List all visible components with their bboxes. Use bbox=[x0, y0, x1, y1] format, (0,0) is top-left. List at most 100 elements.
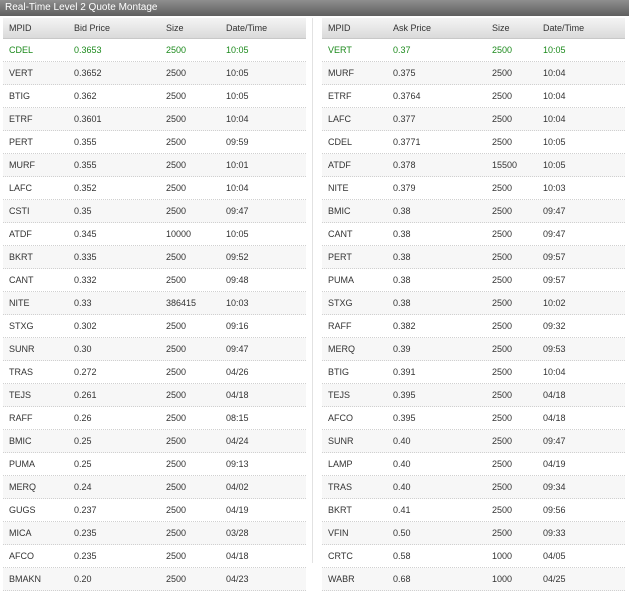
ask-table-row[interactable]: NITE 0.379 2500 10:03 bbox=[322, 177, 625, 200]
ask-table-row[interactable]: TRAS 0.40 2500 09:34 bbox=[322, 476, 625, 499]
time-cell: 09:57 bbox=[543, 252, 566, 262]
bid-table-row[interactable]: BKRT 0.335 2500 09:52 bbox=[3, 246, 306, 269]
bid-header-row: MPID Bid Price Size Date/Time bbox=[3, 18, 306, 39]
time-cell: 04/26 bbox=[226, 367, 249, 377]
ask-table-row[interactable]: TEJS 0.395 2500 04/18 bbox=[322, 384, 625, 407]
ask-table-row[interactable]: BTIG 0.391 2500 10:04 bbox=[322, 361, 625, 384]
time-cell: 10:04 bbox=[543, 114, 566, 124]
ask-table-row[interactable]: MERQ 0.39 2500 09:53 bbox=[322, 338, 625, 361]
price-cell: 0.237 bbox=[74, 505, 97, 515]
size-cell: 2500 bbox=[166, 45, 187, 55]
ask-table-row[interactable]: RAFF 0.382 2500 09:32 bbox=[322, 315, 625, 338]
ask-table-row[interactable]: AFCO 0.395 2500 04/18 bbox=[322, 407, 625, 430]
size-cell: 1000 bbox=[492, 574, 513, 584]
ask-table-row[interactable]: PUMA 0.38 2500 09:57 bbox=[322, 269, 625, 292]
bid-table-row[interactable]: AFCO 0.235 2500 04/18 bbox=[3, 545, 306, 568]
ask-table-row[interactable]: VFIN 0.50 2500 09:33 bbox=[322, 522, 625, 545]
price-cell: 0.3764 bbox=[393, 91, 421, 101]
bid-table-row[interactable]: LAFC 0.352 2500 10:04 bbox=[3, 177, 306, 200]
price-cell: 0.378 bbox=[393, 160, 416, 170]
time-cell: 10:02 bbox=[543, 298, 566, 308]
ask-table-row[interactable]: LAFC 0.377 2500 10:04 bbox=[322, 108, 625, 131]
ask-table-row[interactable]: BKRT 0.41 2500 09:56 bbox=[322, 499, 625, 522]
price-cell: 0.235 bbox=[74, 528, 97, 538]
mpid-cell: ATDF bbox=[328, 160, 351, 170]
ask-table-row[interactable]: SUNR 0.40 2500 09:47 bbox=[322, 430, 625, 453]
time-cell: 10:04 bbox=[543, 68, 566, 78]
time-cell: 10:04 bbox=[226, 183, 249, 193]
bid-table-row[interactable]: SUNR 0.30 2500 09:47 bbox=[3, 338, 306, 361]
bid-table-row[interactable]: TRAS 0.272 2500 04/26 bbox=[3, 361, 306, 384]
mpid-cell: BKRT bbox=[9, 252, 33, 262]
bid-table-row[interactable]: NITE 0.33 386415 10:03 bbox=[3, 292, 306, 315]
bid-table-row[interactable]: PUMA 0.25 2500 09:13 bbox=[3, 453, 306, 476]
bid-table-row[interactable]: MERQ 0.24 2500 04/02 bbox=[3, 476, 306, 499]
bid-table-row[interactable]: TEJS 0.261 2500 04/18 bbox=[3, 384, 306, 407]
mpid-cell: LAMP bbox=[328, 459, 353, 469]
column-header-mpid[interactable]: MPID bbox=[322, 18, 387, 38]
bid-table-row[interactable]: BTIG 0.362 2500 10:05 bbox=[3, 85, 306, 108]
time-cell: 04/19 bbox=[226, 505, 249, 515]
price-cell: 0.37 bbox=[393, 45, 411, 55]
size-cell: 2500 bbox=[166, 321, 187, 331]
column-header-bid-price[interactable]: Bid Price bbox=[68, 18, 160, 38]
time-cell: 10:05 bbox=[226, 229, 249, 239]
size-cell: 2500 bbox=[166, 160, 187, 170]
time-cell: 10:01 bbox=[226, 160, 249, 170]
price-cell: 0.302 bbox=[74, 321, 97, 331]
ask-table-row[interactable]: LAMP 0.40 2500 04/19 bbox=[322, 453, 625, 476]
ask-table-row[interactable]: MURF 0.375 2500 10:04 bbox=[322, 62, 625, 85]
bid-table-row[interactable]: BMIC 0.25 2500 04/24 bbox=[3, 430, 306, 453]
bid-table-row[interactable]: CANT 0.332 2500 09:48 bbox=[3, 269, 306, 292]
column-header-date-time[interactable]: Date/Time bbox=[537, 18, 625, 38]
size-cell: 2500 bbox=[166, 505, 187, 515]
price-cell: 0.355 bbox=[74, 137, 97, 147]
column-header-size[interactable]: Size bbox=[486, 18, 537, 38]
price-cell: 0.41 bbox=[393, 505, 411, 515]
price-cell: 0.33 bbox=[74, 298, 92, 308]
column-header-ask-price[interactable]: Ask Price bbox=[387, 18, 486, 38]
bid-table-row[interactable]: VERT 0.3652 2500 10:05 bbox=[3, 62, 306, 85]
size-cell: 2500 bbox=[492, 91, 513, 101]
column-header-mpid[interactable]: MPID bbox=[3, 18, 68, 38]
ask-table-row[interactable]: CANT 0.38 2500 09:47 bbox=[322, 223, 625, 246]
mpid-cell: SUNR bbox=[328, 436, 354, 446]
ask-table-row[interactable]: CDEL 0.3771 2500 10:05 bbox=[322, 131, 625, 154]
size-cell: 1000 bbox=[492, 551, 513, 561]
size-cell: 2500 bbox=[492, 114, 513, 124]
ask-table-row[interactable]: BMIC 0.38 2500 09:47 bbox=[322, 200, 625, 223]
ask-table-row[interactable]: ETRF 0.3764 2500 10:04 bbox=[322, 85, 625, 108]
ask-table-row[interactable]: ATDF 0.378 15500 10:05 bbox=[322, 154, 625, 177]
size-cell: 2500 bbox=[492, 390, 513, 400]
bid-table-row[interactable]: GUGS 0.237 2500 04/19 bbox=[3, 499, 306, 522]
size-cell: 2500 bbox=[166, 413, 187, 423]
ask-table-row[interactable]: CRTC 0.58 1000 04/05 bbox=[322, 545, 625, 568]
size-cell: 10000 bbox=[166, 229, 192, 239]
bid-table-row[interactable]: STXG 0.302 2500 09:16 bbox=[3, 315, 306, 338]
ask-table-row[interactable]: WABR 0.68 1000 04/25 bbox=[322, 568, 625, 591]
ask-table-row[interactable]: PERT 0.38 2500 09:57 bbox=[322, 246, 625, 269]
mpid-cell: BTIG bbox=[328, 367, 350, 377]
time-cell: 09:32 bbox=[543, 321, 566, 331]
bid-table-row[interactable]: CSTI 0.35 2500 09:47 bbox=[3, 200, 306, 223]
bid-table-row[interactable]: ATDF 0.345 10000 10:05 bbox=[3, 223, 306, 246]
size-cell: 15500 bbox=[492, 160, 518, 170]
mpid-cell: ETRF bbox=[9, 114, 33, 124]
bid-table-row[interactable]: MURF 0.355 2500 10:01 bbox=[3, 154, 306, 177]
column-header-size[interactable]: Size bbox=[160, 18, 220, 38]
bid-table-row[interactable]: MICA 0.235 2500 03/28 bbox=[3, 522, 306, 545]
bid-table-row[interactable]: PERT 0.355 2500 09:59 bbox=[3, 131, 306, 154]
ask-table-row[interactable]: STXG 0.38 2500 10:02 bbox=[322, 292, 625, 315]
size-cell: 2500 bbox=[492, 252, 513, 262]
mpid-cell: MERQ bbox=[328, 344, 355, 354]
ask-table-row[interactable]: VERT 0.37 2500 10:05 bbox=[322, 39, 625, 62]
price-cell: 0.335 bbox=[74, 252, 97, 262]
bid-table-row[interactable]: BMAKN 0.20 2500 04/23 bbox=[3, 568, 306, 591]
bid-table-row[interactable]: CDEL 0.3653 2500 10:05 bbox=[3, 39, 306, 62]
size-cell: 2500 bbox=[166, 528, 187, 538]
bid-table-row[interactable]: ETRF 0.3601 2500 10:04 bbox=[3, 108, 306, 131]
time-cell: 04/19 bbox=[543, 459, 566, 469]
size-cell: 2500 bbox=[166, 482, 187, 492]
bid-table-row[interactable]: RAFF 0.26 2500 08:15 bbox=[3, 407, 306, 430]
column-header-date-time[interactable]: Date/Time bbox=[220, 18, 306, 38]
